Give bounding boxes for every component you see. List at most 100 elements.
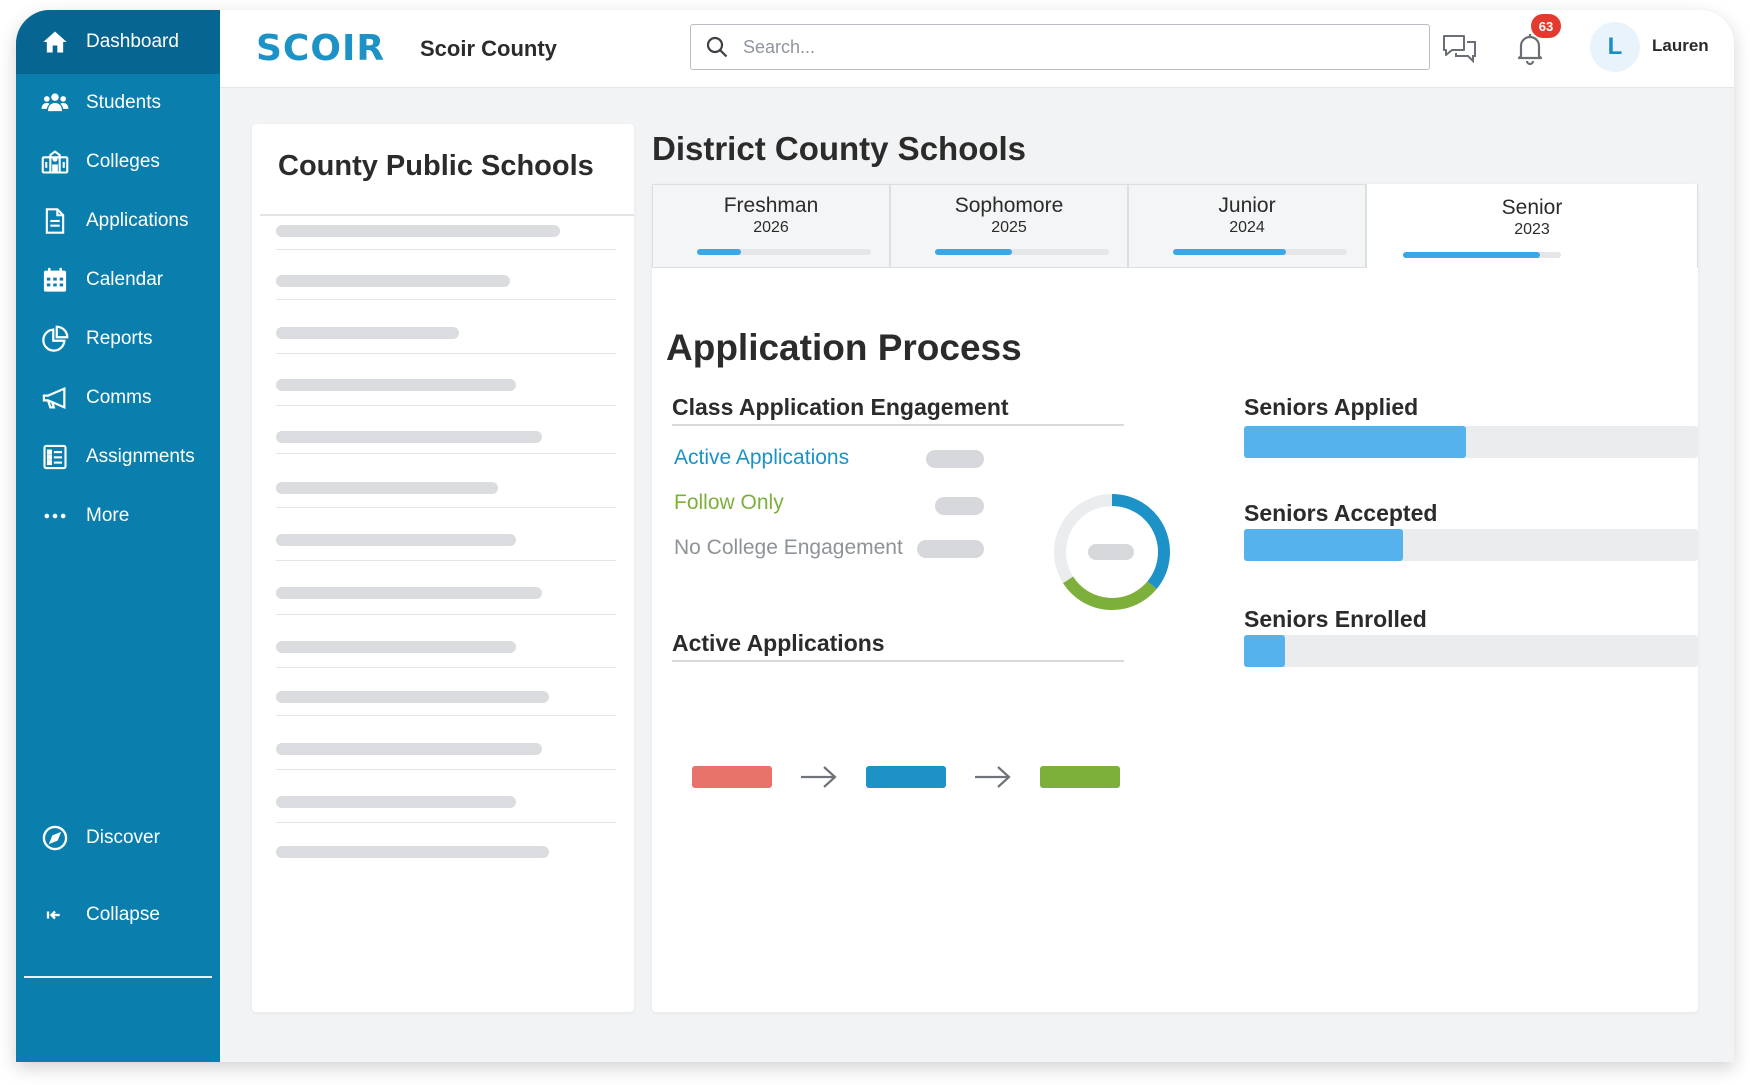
engagement-label-none: No College Engagement xyxy=(674,536,903,559)
engagement-divider xyxy=(672,424,1124,426)
panel-divider xyxy=(260,214,634,216)
school-row-placeholder[interactable] xyxy=(276,796,516,808)
school-row-placeholder[interactable] xyxy=(276,587,542,599)
donut-slice-active xyxy=(1111,494,1170,589)
tab-year: 2024 xyxy=(1229,219,1265,236)
sidebar-item-label: Students xyxy=(86,92,161,113)
school-row-placeholder[interactable] xyxy=(276,431,542,443)
school-row-placeholder[interactable] xyxy=(276,641,516,653)
pie-chart-icon xyxy=(40,324,70,354)
engagement-label-follow[interactable]: Follow Only xyxy=(674,491,784,515)
sidebar-item-assignments[interactable]: Assignments xyxy=(16,424,220,490)
avatar[interactable]: L xyxy=(1590,22,1640,72)
tab-progress-bar xyxy=(697,249,871,255)
tab-year: 2023 xyxy=(1514,221,1550,238)
sidebar-item-discover[interactable]: Discover xyxy=(16,805,220,871)
sidebar-item-label: Comms xyxy=(86,387,152,408)
panel-title: County Public Schools xyxy=(278,150,594,182)
sidebar-item-more[interactable]: More xyxy=(16,483,220,549)
search-icon xyxy=(706,36,728,58)
engagement-title: Class Application Engagement xyxy=(672,394,1009,420)
app-window: Dashboard Students Colleges Applications… xyxy=(16,10,1734,1062)
engagement-donut-chart xyxy=(1054,494,1170,610)
sidebar-item-label: Applications xyxy=(86,210,189,231)
compass-icon xyxy=(40,823,70,853)
school-row-placeholder[interactable] xyxy=(276,225,560,237)
tab-year: 2026 xyxy=(753,219,789,236)
tab-senior[interactable]: Senior 2023 xyxy=(1366,184,1698,268)
tab-year: 2025 xyxy=(991,219,1027,236)
chevron-down-icon[interactable] xyxy=(1733,38,1734,56)
list-separator xyxy=(276,715,616,716)
sidebar-item-comms[interactable]: Comms xyxy=(16,365,220,431)
engagement-value-placeholder xyxy=(926,450,984,468)
sidebar-item-label: Discover xyxy=(86,827,160,848)
stat-bar-fill xyxy=(1244,635,1285,667)
document-icon xyxy=(40,206,70,236)
tab-progress-fill xyxy=(1173,249,1287,255)
stat-bar-fill xyxy=(1244,426,1467,458)
sidebar-item-colleges[interactable]: Colleges xyxy=(16,129,220,195)
school-row-placeholder[interactable] xyxy=(276,846,549,858)
list-separator xyxy=(276,822,616,823)
list-separator xyxy=(276,769,616,770)
college-building-icon xyxy=(40,147,70,177)
sidebar-item-label: Assignments xyxy=(86,446,195,467)
flow-stage-accepted xyxy=(866,766,946,788)
search-bar xyxy=(690,24,1430,70)
collapse-arrow-icon xyxy=(40,900,70,930)
tab-freshman[interactable]: Freshman 2026 xyxy=(652,184,890,268)
sidebar: Dashboard Students Colleges Applications… xyxy=(16,10,220,1062)
sidebar-item-label: Reports xyxy=(86,328,153,349)
top-header: SCOIR Scoir County 63 L Lauren xyxy=(220,10,1734,88)
school-row-placeholder[interactable] xyxy=(276,691,549,703)
stat-label-enrolled: Seniors Enrolled xyxy=(1244,606,1427,632)
search-input[interactable] xyxy=(743,36,1403,58)
flow-divider xyxy=(672,660,1124,662)
flow-stage-enrolled xyxy=(1040,766,1120,788)
school-row-placeholder[interactable] xyxy=(276,379,516,391)
scoir-logo[interactable]: SCOIR xyxy=(256,28,385,69)
home-icon xyxy=(40,27,70,57)
sidebar-item-students[interactable]: Students xyxy=(16,70,220,136)
flow-stage-submitted xyxy=(692,766,772,788)
school-row-placeholder[interactable] xyxy=(276,275,510,287)
stat-label-applied: Seniors Applied xyxy=(1244,394,1419,420)
list-separator xyxy=(276,453,616,454)
sidebar-item-applications[interactable]: Applications xyxy=(16,188,220,254)
checklist-icon xyxy=(40,442,70,472)
donut-slice-follow xyxy=(1063,576,1157,610)
sidebar-item-label: Colleges xyxy=(86,151,160,172)
tab-junior[interactable]: Junior 2024 xyxy=(1128,184,1366,268)
sidebar-item-dashboard[interactable]: Dashboard xyxy=(16,10,220,74)
sidebar-item-label: Collapse xyxy=(86,904,160,925)
list-separator xyxy=(276,249,616,250)
tab-label: Senior xyxy=(1501,196,1563,219)
school-row-placeholder[interactable] xyxy=(276,327,459,339)
list-separator xyxy=(276,667,616,668)
tab-progress-bar xyxy=(935,249,1109,255)
sidebar-collapse-button[interactable]: Collapse xyxy=(16,882,220,948)
user-name[interactable]: Lauren xyxy=(1652,36,1709,56)
sidebar-item-label: Dashboard xyxy=(86,31,179,52)
sidebar-item-label: More xyxy=(86,505,130,526)
sidebar-item-calendar[interactable]: Calendar xyxy=(16,247,220,313)
sidebar-item-reports[interactable]: Reports xyxy=(16,306,220,372)
school-row-placeholder[interactable] xyxy=(276,743,542,755)
calendar-icon xyxy=(40,265,70,295)
megaphone-icon xyxy=(40,383,70,413)
tab-progress-fill xyxy=(697,249,741,255)
chat-icon[interactable] xyxy=(1440,30,1480,66)
users-icon xyxy=(40,88,70,118)
engagement-value-placeholder xyxy=(935,497,984,515)
school-row-placeholder[interactable] xyxy=(276,482,498,494)
tab-sophomore[interactable]: Sophomore 2025 xyxy=(890,184,1128,268)
district-panel: Freshman 2026 Sophomore 2025 Junior 2024 Senio… xyxy=(652,184,1698,1012)
stat-bar-enrolled xyxy=(1244,635,1698,667)
engagement-label-active[interactable]: Active Applications xyxy=(674,446,849,470)
stat-bar-applied xyxy=(1244,426,1698,458)
list-separator xyxy=(276,507,616,508)
notification-count-badge: 63 xyxy=(1531,14,1561,38)
list-separator xyxy=(276,405,616,406)
school-row-placeholder[interactable] xyxy=(276,534,516,546)
